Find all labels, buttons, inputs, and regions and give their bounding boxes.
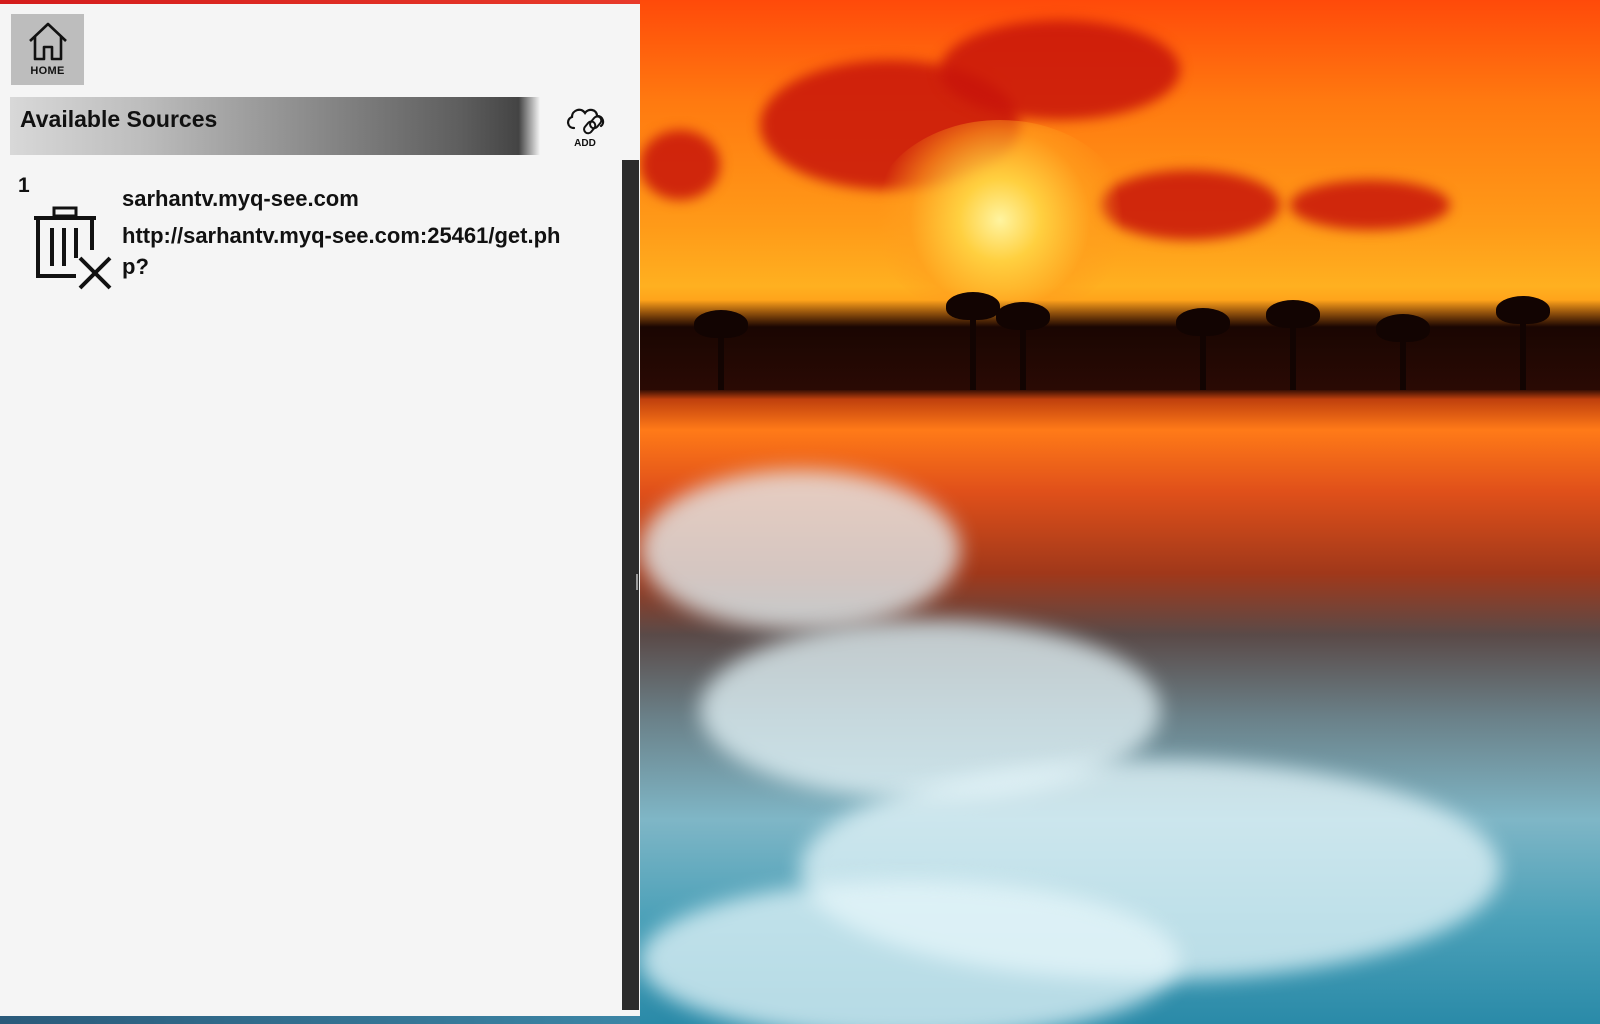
home-icon xyxy=(28,22,67,61)
sources-panel: HOME Available Sources ADD 1 sarhantv.my… xyxy=(0,4,640,1016)
palm-tree xyxy=(1266,300,1320,390)
source-name: sarhantv.myq-see.com xyxy=(122,186,359,211)
home-button[interactable]: HOME xyxy=(11,14,84,85)
home-label: HOME xyxy=(30,65,65,77)
palm-tree xyxy=(996,302,1050,390)
bottom-accent-strip xyxy=(0,1016,640,1024)
source-index: 1 xyxy=(18,174,30,197)
sources-list: 1 sarhantv.myq-see.com http://sarhantv.m… xyxy=(0,164,620,304)
add-label: ADD xyxy=(574,138,596,149)
cloud-shape xyxy=(940,20,1180,120)
delete-source-button[interactable] xyxy=(32,206,114,290)
palm-tree xyxy=(946,292,1000,390)
section-title: Available Sources xyxy=(20,106,218,132)
source-url: http://sarhantv.myq-see.com:25461/get.ph… xyxy=(122,223,561,279)
scrollbar-grip[interactable] xyxy=(636,574,638,590)
palm-tree xyxy=(1176,308,1230,390)
cloud-link-icon xyxy=(567,108,605,135)
sun-glow xyxy=(870,120,1130,320)
palm-tree xyxy=(1376,314,1430,390)
cloud-shape xyxy=(1290,180,1450,230)
palm-tree xyxy=(1496,296,1550,390)
section-header: Available Sources xyxy=(10,97,540,155)
add-source-button[interactable]: ADD xyxy=(562,104,608,154)
background-wallpaper xyxy=(640,0,1600,1024)
treeline xyxy=(640,292,1600,390)
palm-tree xyxy=(694,310,748,390)
list-item[interactable]: 1 sarhantv.myq-see.com http://sarhantv.m… xyxy=(0,164,620,304)
wave-foam xyxy=(640,470,960,630)
trash-x-icon xyxy=(34,206,112,290)
cloud-shape xyxy=(640,130,720,200)
